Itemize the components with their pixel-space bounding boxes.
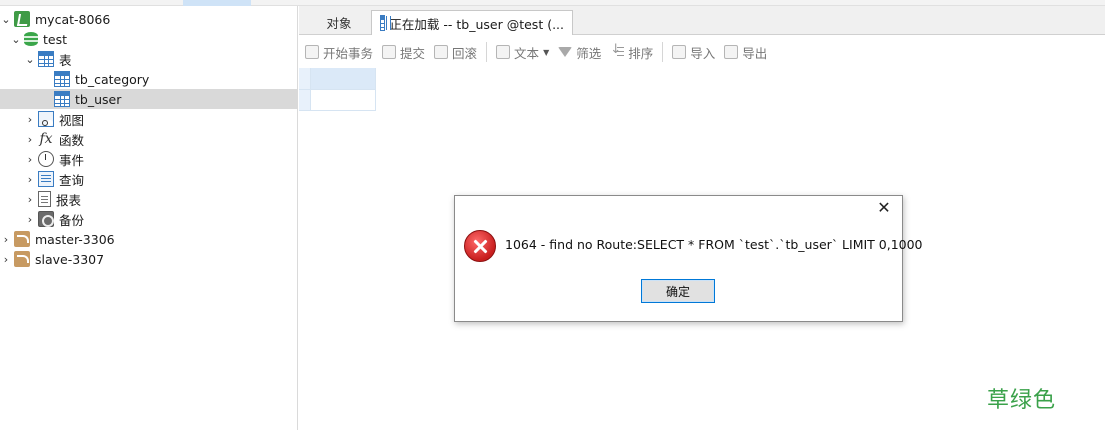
export-icon (724, 45, 739, 59)
commit-icon (382, 45, 397, 59)
sort-icon (610, 42, 625, 59)
table-icon (380, 15, 388, 31)
filter-button[interactable]: 筛选 (558, 41, 601, 63)
tree-node-label: 查询 (59, 172, 85, 188)
button-label: 文本 (514, 45, 540, 61)
function-icon: fx (39, 131, 53, 147)
caret-down-icon: ▼ (543, 47, 550, 57)
button-label: 筛选 (576, 45, 602, 61)
rollback-button[interactable]: 回滚 (434, 41, 477, 63)
tree-node-label: 函数 (59, 132, 85, 148)
navigation-tree: ⌄ mycat-8066 ⌄ test ⌄ 表 tb_category tb_u… (0, 6, 298, 430)
tree-node-master-3306[interactable]: › master-3306 (0, 229, 298, 249)
grid-cell[interactable] (311, 90, 376, 111)
chevron-down-icon[interactable]: ⌄ (24, 49, 36, 69)
tree-node-label: 事件 (59, 152, 85, 168)
tree-node-functions[interactable]: › fx 函数 (0, 129, 298, 149)
button-label: 回滚 (452, 45, 478, 61)
error-icon (464, 230, 496, 262)
table-folder-icon (38, 51, 54, 67)
toolbar-separator (662, 42, 664, 62)
dialog-body: 1064 - find no Route:SELECT * FROM `test… (455, 220, 923, 321)
tree-node-tb-category[interactable]: tb_category (0, 69, 298, 89)
tree-node-label: 报表 (56, 192, 82, 208)
table-icon (54, 71, 70, 87)
chevron-right-icon[interactable]: › (24, 129, 36, 149)
tree-node-events[interactable]: › 事件 (0, 149, 298, 169)
mysql-connection-icon (14, 251, 30, 267)
report-icon (38, 191, 51, 207)
begin-transaction-button[interactable]: 开始事务 (305, 41, 373, 63)
tree-node-reports[interactable]: › 报表 (0, 189, 298, 209)
tab-bar: 对象 正在加载 -- tb_user @test (... (299, 6, 1105, 35)
close-icon[interactable]: ✕ (874, 198, 894, 218)
tree-node-label: 视图 (59, 112, 85, 128)
button-label: 提交 (400, 45, 426, 61)
tree-node-label: test (43, 31, 68, 47)
tree-node-test-database[interactable]: ⌄ test (0, 29, 298, 49)
tab-objects[interactable]: 对象 (307, 10, 371, 35)
chevron-right-icon[interactable]: › (24, 169, 36, 189)
tab-tb-user[interactable]: 正在加载 -- tb_user @test (... (371, 10, 573, 35)
text-view-dropdown[interactable]: 文本 ▼ (496, 41, 549, 63)
tree-node-label: tb_user (75, 91, 122, 107)
tree-node-label: 备份 (59, 212, 85, 228)
view-icon (38, 111, 54, 127)
backup-icon (38, 211, 54, 227)
data-toolbar: 开始事务 提交 回滚 文本 ▼ 筛选 排序 导入 (299, 36, 1105, 68)
tree-node-mycat-8066[interactable]: ⌄ mycat-8066 (0, 9, 298, 29)
chevron-right-icon[interactable]: › (24, 189, 36, 209)
import-button[interactable]: 导入 (672, 41, 715, 63)
tree-node-label: tb_category (75, 71, 150, 87)
table-icon (54, 91, 70, 107)
dialog-title-bar: ✕ (455, 196, 902, 220)
chevron-right-icon[interactable]: › (24, 109, 36, 129)
watermark-text: 草绿色 (987, 388, 1057, 413)
tree-node-label: 表 (59, 52, 72, 68)
error-message: 1064 - find no Route:SELECT * FROM `test… (505, 237, 923, 252)
mysql-connection-icon (14, 231, 30, 247)
database-icon (24, 31, 38, 47)
filter-icon (558, 47, 573, 57)
chevron-right-icon[interactable]: › (24, 209, 36, 229)
transaction-icon (305, 45, 319, 59)
tree-node-label: master-3306 (35, 231, 115, 247)
tree-node-queries[interactable]: › 查询 (0, 169, 298, 189)
tree-node-backups[interactable]: › 备份 (0, 209, 298, 229)
commit-button[interactable]: 提交 (382, 41, 425, 63)
row-header-cell[interactable] (299, 90, 311, 111)
button-label: 排序 (628, 45, 654, 61)
ok-button[interactable]: 确定 (641, 279, 715, 303)
tab-label: 正在加载 -- tb_user @test (... (389, 16, 564, 32)
button-label: 开始事务 (323, 45, 374, 61)
export-button[interactable]: 导出 (724, 41, 767, 63)
button-label: 导入 (690, 45, 716, 61)
toolbar-separator (486, 42, 488, 62)
chevron-down-icon[interactable]: ⌄ (0, 9, 12, 29)
query-icon (38, 171, 54, 187)
tree-node-views[interactable]: › 视图 (0, 109, 298, 129)
text-icon (496, 45, 511, 59)
import-icon (672, 45, 687, 59)
chevron-right-icon[interactable]: › (24, 149, 36, 169)
error-dialog: ✕ 1064 - find no Route:SELECT * FROM `te… (454, 195, 923, 322)
sort-button[interactable]: 排序 (610, 41, 653, 63)
tree-node-label: slave-3307 (35, 251, 105, 267)
tree-node-label: mycat-8066 (35, 11, 111, 27)
button-label: 导出 (742, 45, 768, 61)
row-header-cell[interactable] (299, 68, 311, 90)
chevron-right-icon[interactable]: › (0, 249, 12, 269)
tab-label: 对象 (326, 16, 352, 31)
clock-icon (38, 151, 54, 167)
tree-node-tb-user[interactable]: tb_user (0, 89, 298, 109)
grid-cell[interactable] (311, 68, 376, 90)
mycat-connection-icon (14, 11, 30, 27)
tree-node-tables[interactable]: ⌄ 表 (0, 49, 298, 69)
tree-node-slave-3307[interactable]: › slave-3307 (0, 249, 298, 269)
rollback-icon (434, 45, 449, 59)
chevron-right-icon[interactable]: › (0, 229, 12, 249)
chevron-down-icon[interactable]: ⌄ (10, 29, 22, 49)
